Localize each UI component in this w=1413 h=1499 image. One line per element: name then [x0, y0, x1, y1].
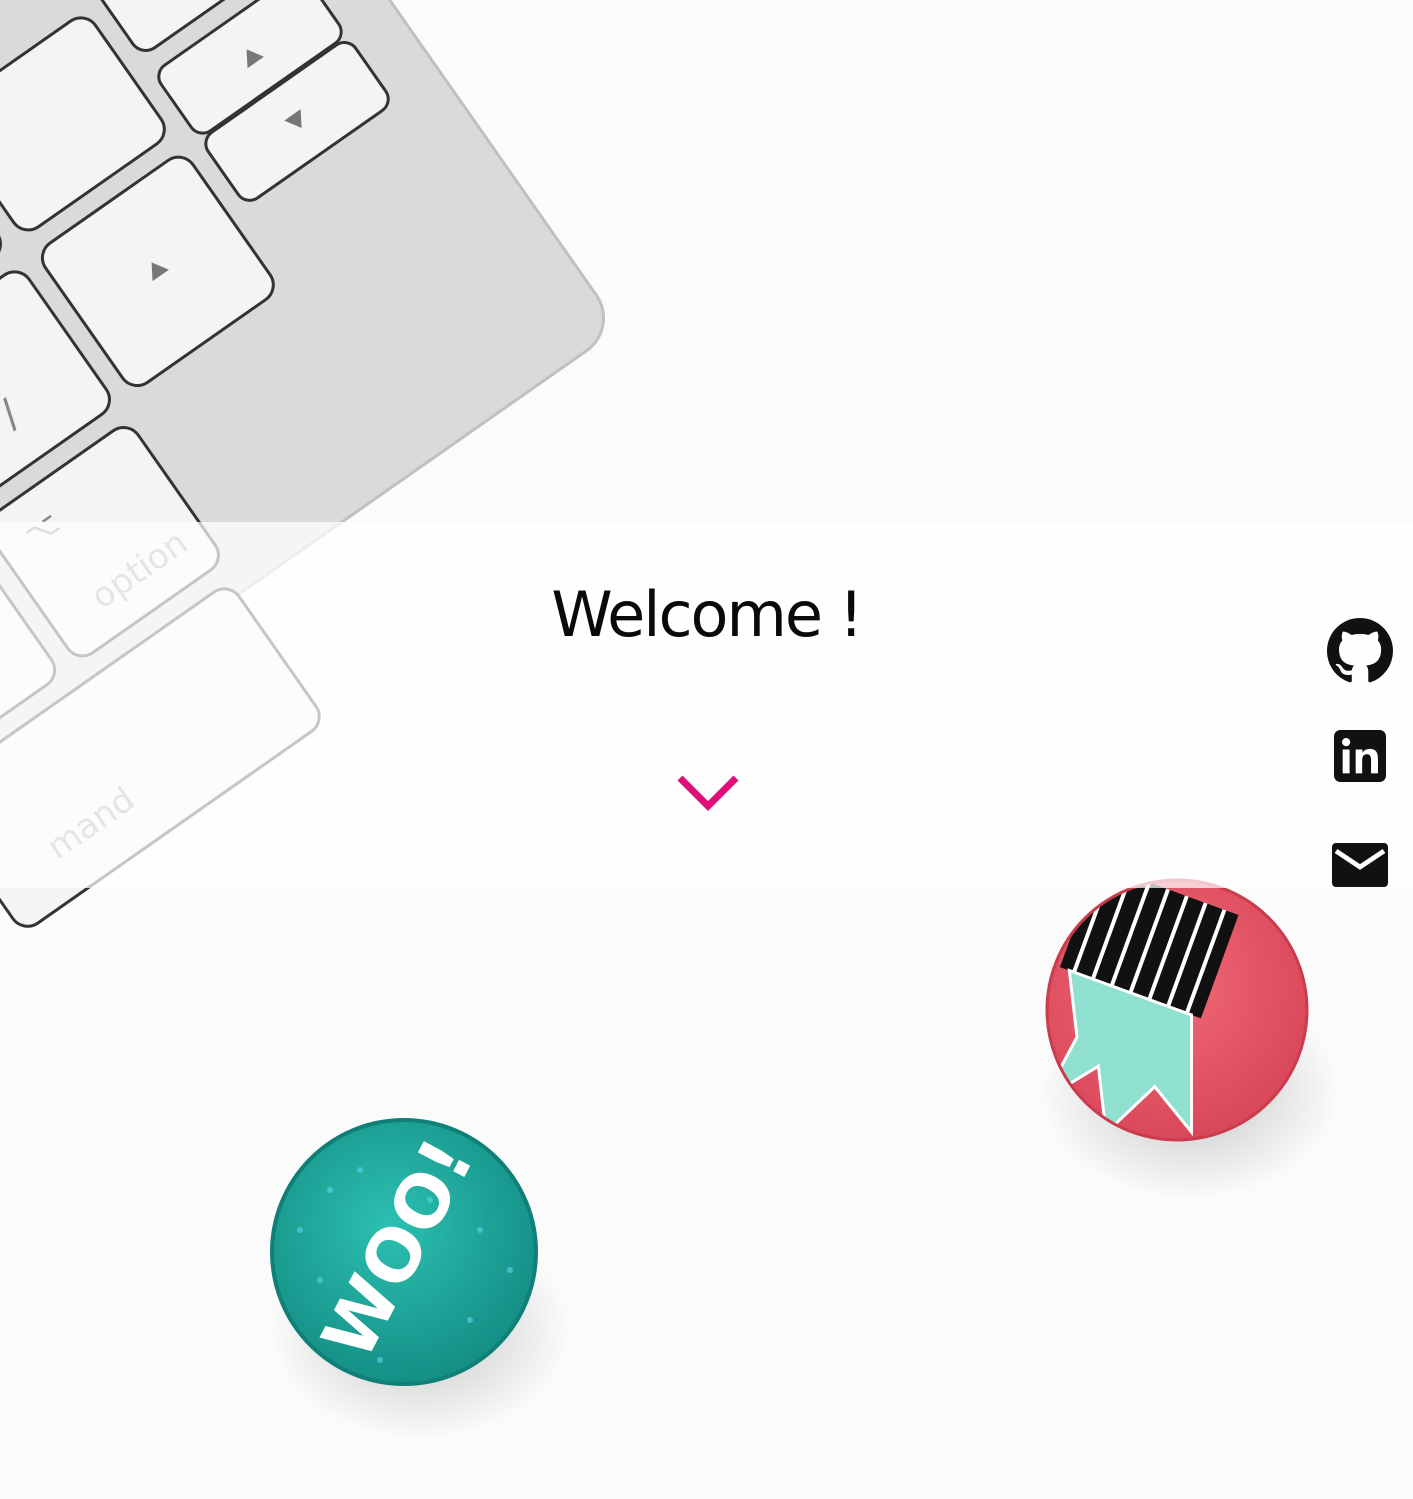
github-icon: [1327, 618, 1393, 683]
mail-icon: [1332, 843, 1388, 887]
social-links: [1322, 618, 1398, 954]
linkedin-icon: [1334, 730, 1386, 782]
linkedin-link[interactable]: [1322, 730, 1398, 842]
chevron-down-icon: [677, 775, 739, 811]
page-title: Welcome !: [551, 578, 863, 651]
github-link[interactable]: [1322, 618, 1398, 730]
scroll-down-button[interactable]: [672, 768, 744, 820]
hero-section: ? / ⌥ option mand: [0, 0, 1413, 1499]
email-link[interactable]: [1322, 842, 1398, 954]
